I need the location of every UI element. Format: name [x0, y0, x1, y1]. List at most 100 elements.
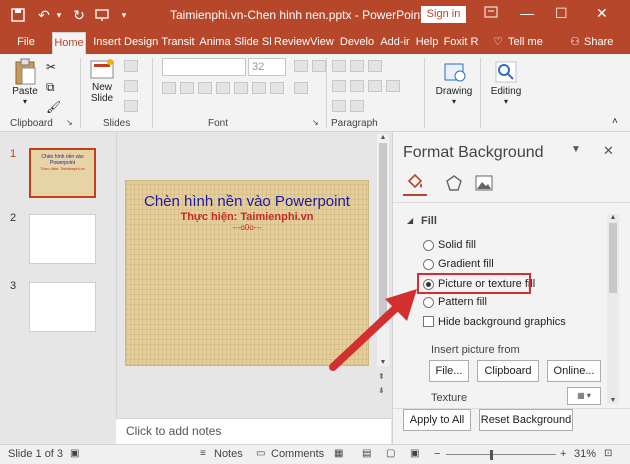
- pane-close-icon[interactable]: ✕: [603, 143, 614, 159]
- new-slide-button[interactable]: New Slide: [86, 58, 118, 104]
- paste-dropdown-icon[interactable]: ▾: [8, 97, 42, 106]
- pattern-fill-label[interactable]: Pattern fill: [438, 296, 487, 308]
- redo-icon[interactable]: ↻: [72, 6, 86, 24]
- comments-toggle[interactable]: Comments: [271, 448, 324, 460]
- section-icon[interactable]: [124, 100, 138, 112]
- align-right-icon[interactable]: [368, 80, 382, 92]
- pane-options-icon[interactable]: ▼: [571, 144, 581, 155]
- clipboard-launcher-icon[interactable]: ↘: [66, 118, 73, 127]
- undo-dropdown-icon[interactable]: ▾: [54, 6, 64, 24]
- collapse-ribbon-icon[interactable]: ˄: [612, 116, 618, 127]
- thumbnail-slide-1[interactable]: Chèn hình nền vào Powerpoint Thực hiện: …: [29, 148, 96, 198]
- align-left-icon[interactable]: [332, 80, 346, 92]
- close-icon[interactable]: ✕: [596, 5, 608, 22]
- zoom-out-icon[interactable]: −: [434, 448, 440, 460]
- smartart-icon[interactable]: [350, 100, 364, 112]
- spelling-icon[interactable]: ▣: [70, 448, 79, 459]
- thumbnail-slide-2[interactable]: [29, 214, 96, 264]
- editing-button[interactable]: Editing ▾: [486, 58, 526, 106]
- pane-scrollbar[interactable]: ▲ ▼: [607, 214, 619, 404]
- start-slideshow-icon[interactable]: [94, 6, 110, 24]
- thumbnail-slide-3[interactable]: [29, 282, 96, 332]
- tab-review[interactable]: Review: [274, 34, 310, 54]
- pane-scroll-thumb[interactable]: [609, 223, 617, 293]
- bullets-icon[interactable]: [332, 60, 346, 72]
- share-button[interactable]: Share: [584, 34, 616, 54]
- sign-in-button[interactable]: Sign in: [421, 6, 466, 23]
- fit-slide-icon[interactable]: ⊡: [604, 448, 612, 459]
- notes-icon[interactable]: ≡: [200, 448, 206, 459]
- bold-icon[interactable]: [162, 82, 176, 94]
- text-direction-icon[interactable]: [332, 100, 346, 112]
- zoom-level[interactable]: 31%: [574, 448, 596, 460]
- tab-add-ins[interactable]: Add-ir: [378, 34, 412, 54]
- zoom-in-icon[interactable]: +: [560, 448, 566, 460]
- gradient-fill-radio[interactable]: [423, 259, 434, 270]
- cut-icon[interactable]: ✂: [46, 60, 56, 74]
- strikethrough-icon[interactable]: [216, 82, 230, 94]
- reset-background-button[interactable]: Reset Background: [479, 409, 573, 431]
- italic-icon[interactable]: [180, 82, 194, 94]
- tab-help[interactable]: Help: [414, 34, 440, 54]
- file-button[interactable]: File...: [429, 360, 469, 382]
- char-spacing-icon[interactable]: [234, 82, 248, 94]
- apply-to-all-button[interactable]: Apply to All: [403, 409, 471, 431]
- slide-sorter-icon[interactable]: ▤: [362, 448, 371, 459]
- picture-tab-icon[interactable]: [475, 174, 493, 195]
- comments-icon[interactable]: ▭: [256, 448, 265, 459]
- customize-toolbar-icon[interactable]: ▾: [118, 6, 130, 24]
- fill-collapse-icon[interactable]: ◢: [407, 216, 413, 225]
- reading-view-icon[interactable]: ▢: [386, 448, 395, 459]
- font-size-combo[interactable]: 32: [248, 58, 286, 76]
- font-launcher-icon[interactable]: ↘: [312, 118, 319, 127]
- layout-icon[interactable]: [124, 60, 138, 72]
- tab-view[interactable]: View: [310, 34, 334, 54]
- effects-tab-icon[interactable]: [445, 174, 463, 195]
- align-center-icon[interactable]: [350, 80, 364, 92]
- copy-icon[interactable]: ⧉: [46, 80, 55, 95]
- normal-view-icon[interactable]: ▦: [334, 448, 343, 459]
- next-slide-icon[interactable]: ⇟: [378, 386, 385, 395]
- tell-me-box[interactable]: Tell me: [508, 34, 548, 54]
- gradient-fill-label[interactable]: Gradient fill: [438, 258, 494, 270]
- notes-pane[interactable]: Click to add notes: [116, 418, 391, 444]
- justify-icon[interactable]: [386, 80, 400, 92]
- share-icon[interactable]: ⚇: [568, 34, 582, 54]
- zoom-slider[interactable]: [446, 454, 556, 455]
- notes-toggle[interactable]: Notes: [214, 448, 243, 460]
- tab-file[interactable]: File: [14, 34, 38, 54]
- font-name-combo[interactable]: [162, 58, 246, 76]
- tab-foxit[interactable]: Foxit R: [442, 34, 480, 54]
- clipboard-button[interactable]: Clipboard: [477, 360, 539, 382]
- format-painter-icon[interactable]: 🖌: [46, 100, 61, 114]
- lightbulb-icon[interactable]: ♡: [490, 34, 506, 54]
- tab-slide-show[interactable]: Slide Sl: [234, 34, 272, 54]
- clear-format-icon[interactable]: [294, 82, 308, 94]
- increase-font-icon[interactable]: [294, 60, 308, 72]
- paste-button[interactable]: Paste ▾: [8, 58, 42, 106]
- tab-developer[interactable]: Develo: [338, 34, 376, 54]
- tab-transitions[interactable]: Transit: [160, 34, 196, 54]
- numbering-icon[interactable]: [350, 60, 364, 72]
- save-icon[interactable]: [10, 6, 26, 24]
- tab-animations[interactable]: Anima: [198, 34, 232, 54]
- underline-icon[interactable]: [198, 82, 212, 94]
- tab-home[interactable]: Home: [52, 32, 86, 54]
- tab-insert[interactable]: Insert: [90, 34, 124, 54]
- fill-tab-icon[interactable]: [405, 172, 425, 195]
- tab-design[interactable]: Design: [124, 34, 158, 54]
- undo-icon[interactable]: ↶: [36, 6, 52, 24]
- maximize-icon[interactable]: ☐: [555, 5, 568, 22]
- slideshow-view-icon[interactable]: ▣: [410, 448, 419, 459]
- solid-fill-label[interactable]: Solid fill: [438, 239, 476, 251]
- indent-icon[interactable]: [368, 60, 382, 72]
- ribbon-display-icon[interactable]: [484, 5, 498, 22]
- decrease-font-icon[interactable]: [312, 60, 326, 72]
- fill-section-header[interactable]: Fill: [421, 215, 437, 227]
- online-button[interactable]: Online...: [547, 360, 601, 382]
- hide-bg-label[interactable]: Hide background graphics: [438, 316, 566, 328]
- drawing-button[interactable]: Drawing ▾: [432, 58, 476, 106]
- slide-subtitle[interactable]: Thực hiện: Taimienphi.vn: [126, 211, 368, 223]
- zoom-slider-handle[interactable]: [490, 450, 493, 460]
- slide-title[interactable]: Chèn hình nền vào Powerpoint: [126, 193, 368, 210]
